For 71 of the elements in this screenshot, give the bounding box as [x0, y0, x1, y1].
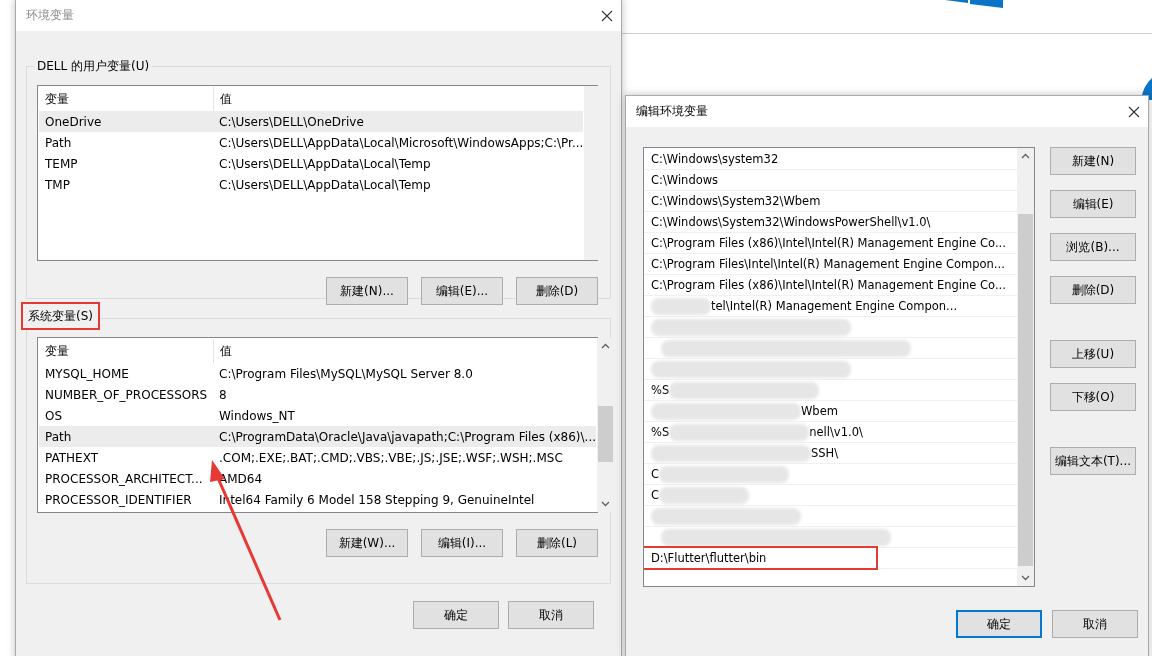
column-header[interactable]: 值 [214, 90, 584, 108]
table-cell-text: TEMP [44, 156, 79, 171]
table-row[interactable]: Path C:\Users\DELL\AppData\Local\Microsoft\WindowsApps;C:\Pr... [39, 132, 584, 153]
path-entry[interactable]: C:\Windows\System32\WindowsPowerShell\v1.0\ [651, 215, 931, 229]
dialog-button[interactable]: 确定 [413, 601, 499, 629]
path-entry-fragment: %S [651, 425, 670, 439]
dialog-button[interactable]: 新建(N) [1050, 147, 1136, 175]
path-entry-fragment: tel\Intel(R) Management Engine Compon... [711, 299, 958, 313]
table-row[interactable]: OS Windows_NT [39, 405, 596, 426]
dialog-button[interactable]: 浏览(B)... [1050, 233, 1136, 261]
table-cell-text: PATHEXT [44, 450, 100, 465]
dialog-button[interactable]: 删除(D) [516, 277, 598, 305]
table-cell-text: .COM;.EXE;.BAT;.CMD;.VBS;.VBE;.JS;.JSE;.WSF;.WSH;.MSC [218, 450, 564, 465]
table-row[interactable]: TMP C:\Users\DELL\AppData\Local\Temp [39, 174, 584, 195]
table-cell-text: Path [44, 429, 73, 444]
dialog-button[interactable]: 删除(D) [1050, 276, 1136, 304]
path-entry[interactable]: C:\Program Files (x86)\Intel\Intel(R) Management Engine Co... [651, 236, 1006, 250]
path-entry[interactable]: C:\Program Files (x86)\Intel\Intel(R) Management Engine Co... [651, 278, 1006, 292]
table-cell-text: Windows_NT [218, 408, 296, 423]
table-row[interactable]: TEMP C:\Users\DELL\AppData\Local\Temp [39, 153, 584, 174]
path-entry-fragment: nell\v1.0\ [809, 425, 863, 439]
dialog-button[interactable]: 下移(O) [1050, 383, 1136, 411]
window-title: 环境变量 [26, 7, 74, 24]
table-cell-text: Path [44, 135, 73, 150]
table-row[interactable]: OneDrive C:\Users\DELL\OneDrive [39, 111, 584, 132]
dialog-button[interactable]: 删除(L) [516, 529, 598, 557]
column-header[interactable]: 值 [214, 342, 596, 360]
dialog-button[interactable]: 编辑(E)... [421, 277, 503, 305]
dialog-button[interactable]: 新建(W)... [326, 529, 408, 557]
table-cell-text: C:\Users\DELL\AppData\Local\Temp [218, 156, 432, 171]
path-entry-fragment: Wbem [801, 404, 838, 418]
path-entry[interactable]: C:\Windows\System32\Wbem [651, 194, 821, 208]
table-row[interactable]: MYSQL_HOME C:\Program Files\MySQL\MySQL Server 8.0 [39, 363, 596, 384]
table-row[interactable]: Path C:\ProgramData\Oracle\Java\javapath;C:\Program Files (x86)\... [39, 426, 596, 447]
group-label: 系统变量(S) [21, 302, 100, 330]
dialog-button[interactable]: 取消 [508, 601, 594, 629]
path-entry-fragment: C [651, 488, 660, 502]
path-entry[interactable]: D:\Flutter\flutter\bin [644, 548, 877, 568]
table-cell-text: C:\Users\DELL\OneDrive [218, 114, 365, 129]
table-cell-text: 8 [218, 387, 228, 402]
table-cell-text: NUMBER_OF_PROCESSORS [44, 387, 209, 402]
path-entry-fragment: %S [651, 383, 670, 397]
dialog-button[interactable]: 编辑(E) [1050, 190, 1136, 218]
table-cell-text: OneDrive [44, 114, 103, 129]
table-row[interactable]: NUMBER_OF_PROCESSORS 8 [39, 384, 596, 405]
column-header[interactable]: 变量 [39, 339, 214, 363]
dialog-button[interactable]: 编辑(I)... [421, 529, 503, 557]
table-row[interactable]: PROCESSOR_ARCHITECT... AMD64 [39, 468, 596, 489]
table-cell-text: TMP [44, 177, 71, 192]
path-entry[interactable]: C:\Windows\system32 [651, 152, 779, 166]
path-entry-fragment: C [651, 467, 660, 481]
table-cell-text: C:\Program Files\MySQL\MySQL Server 8.0 [218, 366, 474, 381]
path-entry[interactable]: C:\Program Files\Intel\Intel(R) Management Engine Compon... [651, 257, 1005, 271]
table-cell-text: C:\Users\DELL\AppData\Local\Temp [218, 177, 432, 192]
table-cell-text: AMD64 [218, 471, 264, 486]
table-cell-text: PROCESSOR_ARCHITECT... [44, 471, 204, 486]
dialog-button[interactable]: 新建(N)... [326, 277, 408, 305]
table-cell-text: OS [44, 408, 64, 423]
group-label: DELL 的用户变量(U) [34, 57, 153, 75]
table-cell-text: C:\ProgramData\Oracle\Java\javapath;C:\Program Files (x86)\... [218, 429, 596, 444]
table-row[interactable]: PATHEXT .COM;.EXE;.BAT;.CMD;.VBS;.VBE;.JS;.JSE;.WSF;.WSH;.MSC [39, 447, 596, 468]
window-title: 编辑环境变量 [636, 103, 708, 120]
dialog-button[interactable]: 编辑文本(T)... [1050, 447, 1136, 475]
path-entry[interactable]: C:\Windows [651, 173, 719, 187]
table-cell-text: C:\Users\DELL\AppData\Local\Microsoft\WindowsApps;C:\Pr... [218, 135, 584, 150]
dialog-button[interactable]: 取消 [1052, 610, 1138, 638]
dialog-button[interactable]: 确定 [956, 610, 1042, 638]
path-entry-fragment: SSH\ [811, 446, 839, 460]
table-cell-text: MYSQL_HOME [44, 366, 130, 381]
dialog-button[interactable]: 上移(U) [1050, 340, 1136, 368]
table-cell-text: PROCESSOR_IDENTIFIER [44, 492, 193, 507]
